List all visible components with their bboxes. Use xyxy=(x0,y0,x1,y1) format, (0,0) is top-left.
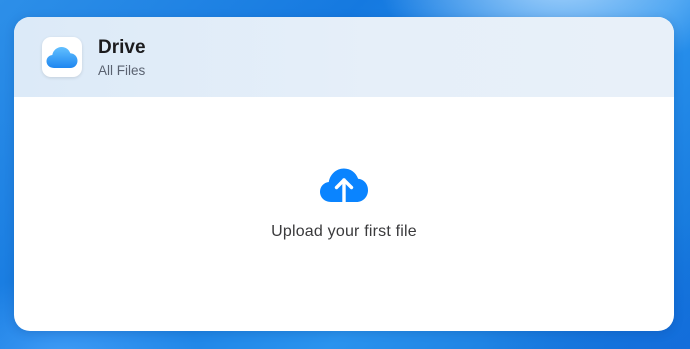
icloud-drive-icon[interactable] xyxy=(42,37,82,77)
drive-widget: Drive All Files Upload your first file xyxy=(14,17,674,331)
widget-header: Drive All Files xyxy=(14,17,674,97)
desktop-background: { "widget": { "app_icon": "icloud-drive-… xyxy=(0,0,690,349)
cloud-upload-icon[interactable] xyxy=(318,164,370,210)
app-title: Drive xyxy=(98,37,146,58)
upload-label[interactable]: Upload your first file xyxy=(14,223,674,241)
folder-subtitle[interactable]: All Files xyxy=(98,63,145,78)
upload-drop-zone[interactable]: Upload your first file xyxy=(14,97,674,331)
cloud-icon xyxy=(46,47,78,68)
